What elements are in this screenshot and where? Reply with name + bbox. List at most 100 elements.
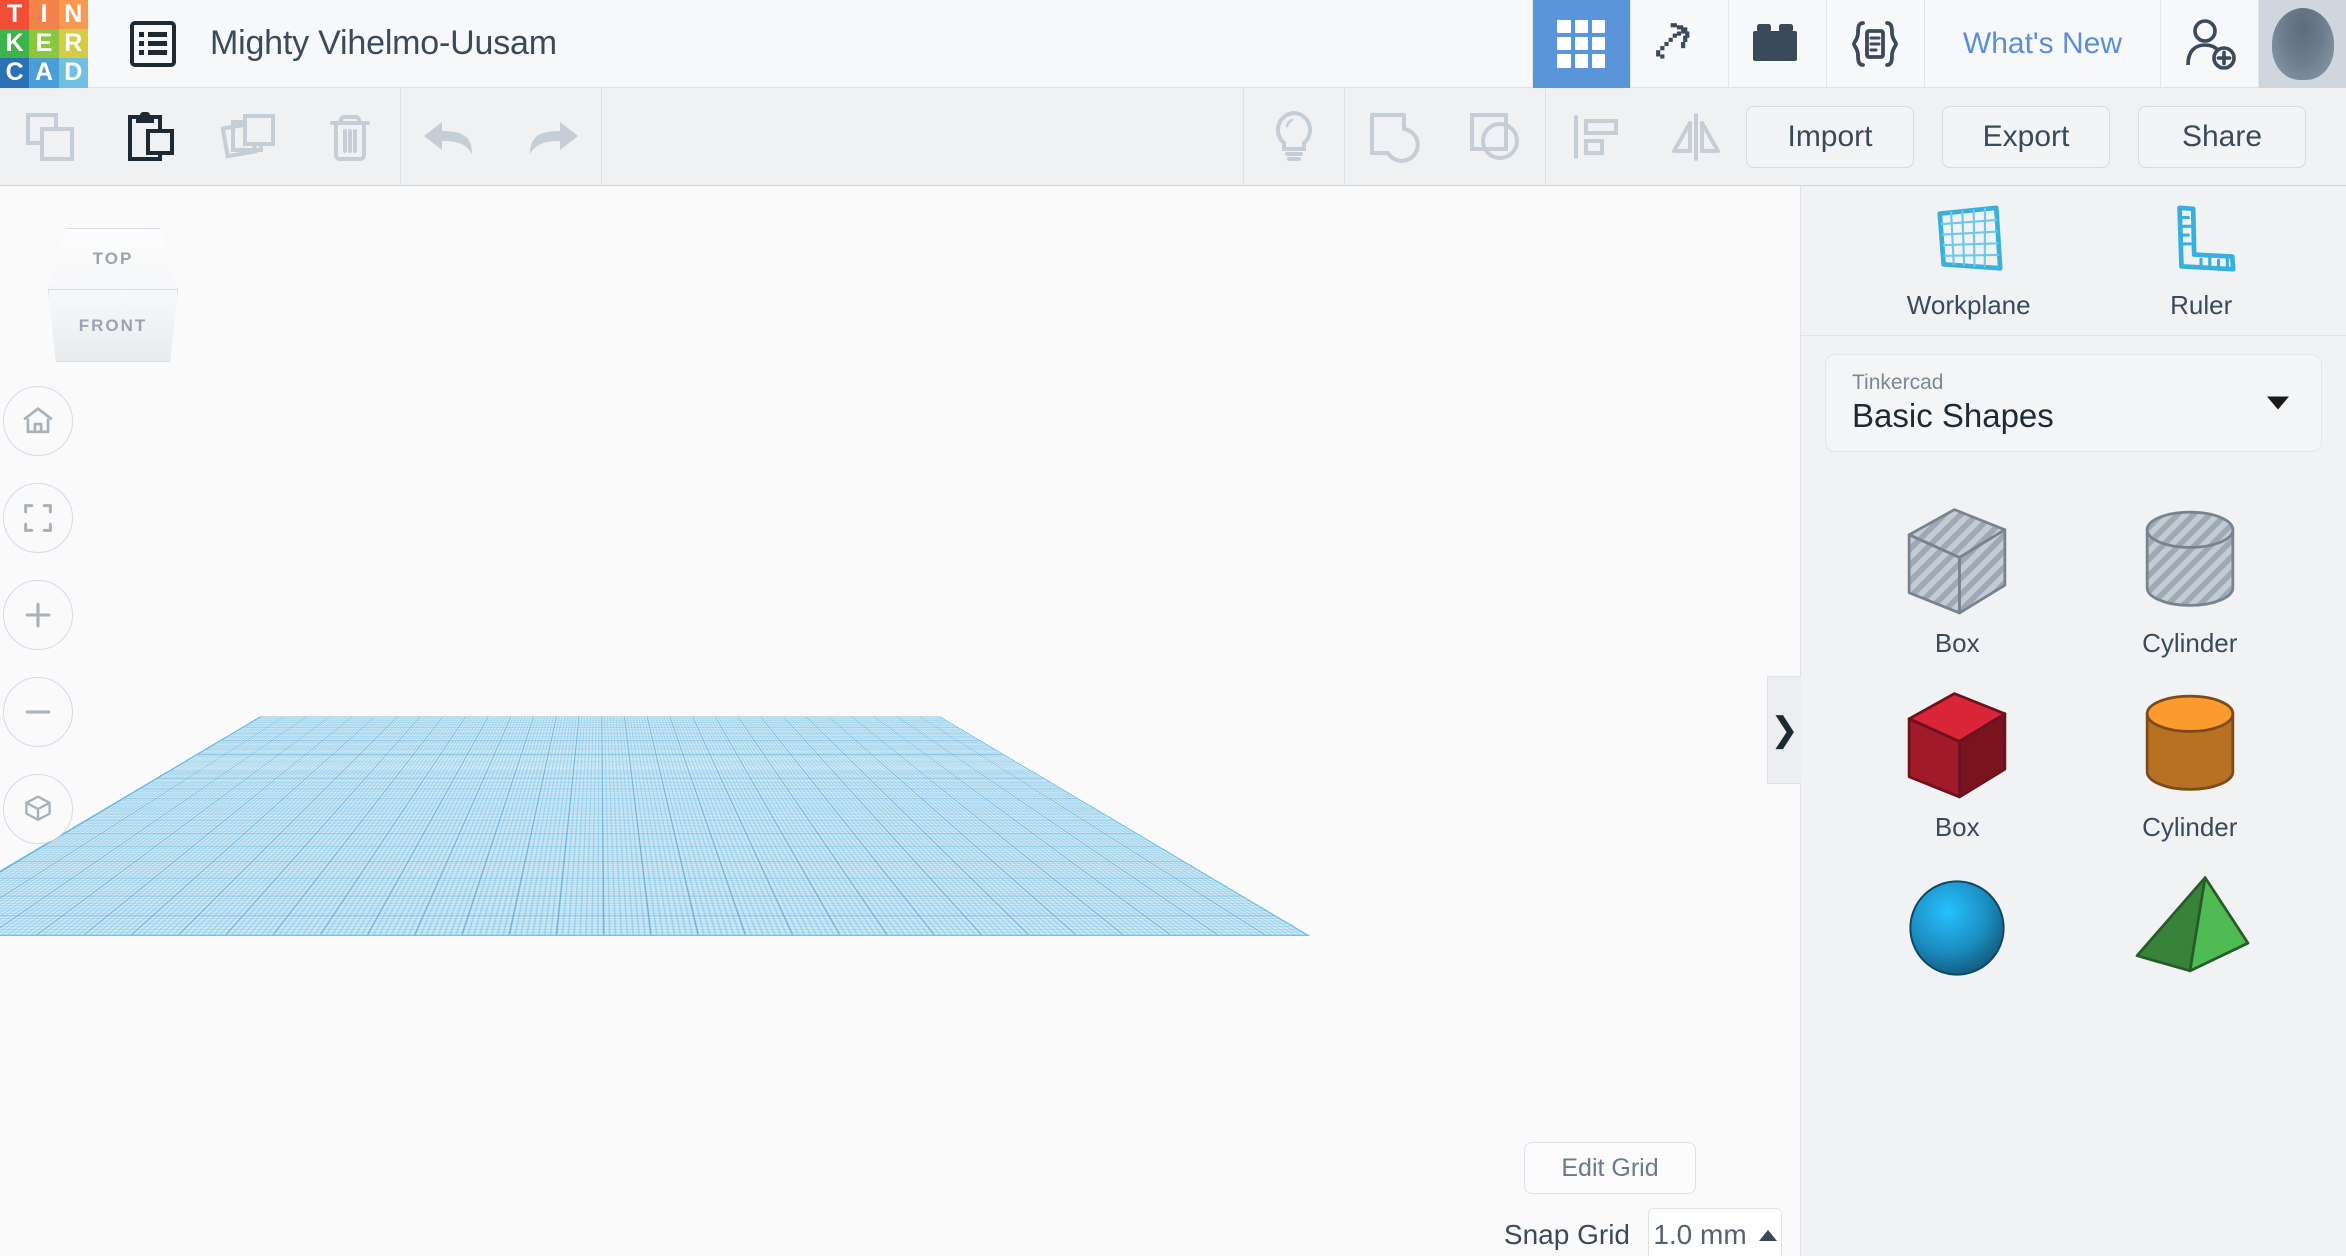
- plus-icon: [25, 602, 51, 628]
- lego-brick-icon: [1753, 23, 1798, 61]
- shape-label: Box: [1934, 628, 1980, 658]
- sphere-thumbnail: [1894, 860, 2020, 996]
- shape-library-source: Tinkercad: [1852, 371, 1944, 394]
- logo-tile-e: E: [29, 28, 59, 59]
- view-cube-front-face[interactable]: FRONT: [48, 290, 178, 362]
- logo-tile-c: C: [0, 58, 30, 88]
- delete-button[interactable]: [300, 88, 400, 186]
- ruler-icon: [2177, 205, 2236, 272]
- document-list-icon[interactable]: [130, 20, 176, 67]
- design-canvas[interactable]: Workplane TOP FRONT: [0, 186, 1800, 1256]
- import-button[interactable]: Import: [1746, 105, 1914, 168]
- snap-grid-value: 1.0 mm: [1653, 1219, 1747, 1250]
- ungroup-button[interactable]: [1445, 88, 1545, 186]
- top-bar-actions: What's New: [1531, 0, 2346, 88]
- workplane-watermark: Workplane: [160, 1246, 549, 1256]
- group-button[interactable]: [1345, 88, 1445, 186]
- ruler-tool[interactable]: Ruler: [2162, 200, 2240, 321]
- tab-3d-design[interactable]: [1531, 0, 1630, 88]
- shape-cylinder-solid[interactable]: Cylinder: [2074, 676, 2307, 860]
- home-icon: [23, 407, 53, 434]
- edit-grid-button[interactable]: Edit Grid: [1524, 1142, 1696, 1194]
- shape-pyramid[interactable]: [2074, 860, 2307, 1044]
- zoom-in-button[interactable]: [3, 580, 73, 650]
- paste-icon: [128, 111, 174, 161]
- lighting-button[interactable]: [1244, 88, 1344, 186]
- duplicate-icon: [221, 113, 275, 159]
- logo-tile-t: T: [0, 0, 30, 29]
- share-button[interactable]: Share: [2138, 105, 2306, 168]
- undo-button[interactable]: [401, 88, 501, 186]
- shape-library-dropdown[interactable]: Tinkercad Basic Shapes: [1825, 354, 2322, 452]
- mirror-button[interactable]: [1646, 88, 1746, 186]
- workplane-tool-label: Workplane: [1906, 290, 2031, 320]
- fit-frame-icon: [24, 504, 52, 532]
- shape-cylinder-hole[interactable]: Cylinder: [2074, 492, 2307, 676]
- workplane-tool[interactable]: Workplane: [1907, 200, 2031, 321]
- view-cube[interactable]: TOP FRONT: [48, 228, 178, 362]
- collapse-panel-button[interactable]: ❯: [1767, 676, 1801, 784]
- align-button[interactable]: [1546, 88, 1646, 186]
- workplane-grid-icon: [1937, 205, 2003, 271]
- whats-new-link[interactable]: What's New: [1923, 0, 2160, 88]
- logo-tile-d: D: [58, 58, 88, 88]
- paste-button[interactable]: [100, 88, 200, 186]
- minus-icon: [25, 710, 51, 714]
- redo-button[interactable]: [501, 88, 601, 186]
- copy-icon: [26, 112, 74, 161]
- box-thumbnail: [1894, 492, 2020, 628]
- shape-list: Box Cylinder Box Cylinder: [1801, 468, 2346, 1256]
- tab-codeblocks[interactable]: [1825, 0, 1924, 88]
- tab-blocks[interactable]: [1727, 0, 1826, 88]
- group-ungroup-group: [1345, 88, 1545, 186]
- shape-grid: Box Cylinder Box Cylinder: [1801, 468, 2346, 1044]
- cylinder-thumbnail: [2127, 676, 2253, 812]
- shape-label: Cylinder: [2142, 812, 2238, 842]
- duplicate-button[interactable]: [200, 88, 300, 186]
- lighting-group: [1244, 88, 1344, 186]
- cylinder-thumbnail: [2127, 492, 2253, 628]
- view-controls: [3, 386, 73, 844]
- group-shapes-icon: [1370, 112, 1420, 163]
- grid-icon: [1557, 19, 1606, 68]
- page-title: Mighty Vihelmo-Uusam: [210, 24, 557, 62]
- invite-user-button[interactable]: [2160, 0, 2258, 88]
- shape-sphere[interactable]: [1841, 860, 2074, 1044]
- logo-tile-k: K: [0, 28, 30, 59]
- lightbulb-icon: [1275, 110, 1313, 161]
- export-button[interactable]: Export: [1942, 105, 2110, 168]
- logo-tile-a: A: [29, 58, 59, 88]
- tab-minecraft[interactable]: [1629, 0, 1728, 88]
- shape-library-selected: Basic Shapes: [1852, 397, 2054, 434]
- snap-grid-control: Snap Grid 1.0 mm: [1504, 1208, 1782, 1256]
- box-thumbnail: [1894, 676, 2020, 812]
- mirror-icon: [1672, 112, 1720, 161]
- snap-grid-label: Snap Grid: [1503, 1219, 1630, 1250]
- workplane-grid[interactable]: [0, 716, 1311, 936]
- pickaxe-icon: [1656, 22, 1690, 59]
- align-icon: [1574, 114, 1618, 159]
- copy-button[interactable]: [0, 88, 100, 186]
- edit-toolbar: Import Export Share: [0, 87, 2346, 186]
- tinkercad-logo[interactable]: TINKERCAD: [0, 0, 88, 88]
- zoom-out-button[interactable]: [3, 677, 73, 747]
- snap-grid-select[interactable]: 1.0 mm: [1648, 1208, 1782, 1256]
- redo-arrow-icon: [530, 121, 578, 154]
- top-bar: TINKERCAD Mighty Vihelmo-Uusam What's Ne…: [0, 0, 2346, 88]
- undo-arrow-icon: [424, 121, 472, 154]
- orthographic-toggle-button[interactable]: [3, 774, 73, 844]
- pyramid-thumbnail: [2127, 860, 2253, 996]
- logo-tile-r: R: [58, 28, 88, 59]
- avatar[interactable]: [2258, 0, 2346, 88]
- shape-box-hole[interactable]: Box: [1841, 492, 2074, 676]
- avatar-image: [2271, 7, 2334, 80]
- toolbar-divider: [601, 87, 602, 186]
- home-view-button[interactable]: [3, 386, 73, 456]
- align-mirror-group: [1546, 88, 1746, 186]
- shape-label: Cylinder: [2142, 628, 2238, 658]
- chevron-down-icon: [2267, 396, 2289, 410]
- chevron-up-icon: [1758, 1229, 1777, 1241]
- view-cube-top-face[interactable]: TOP: [48, 228, 178, 290]
- fit-to-view-button[interactable]: [3, 483, 73, 553]
- shape-box-solid[interactable]: Box: [1841, 676, 2074, 860]
